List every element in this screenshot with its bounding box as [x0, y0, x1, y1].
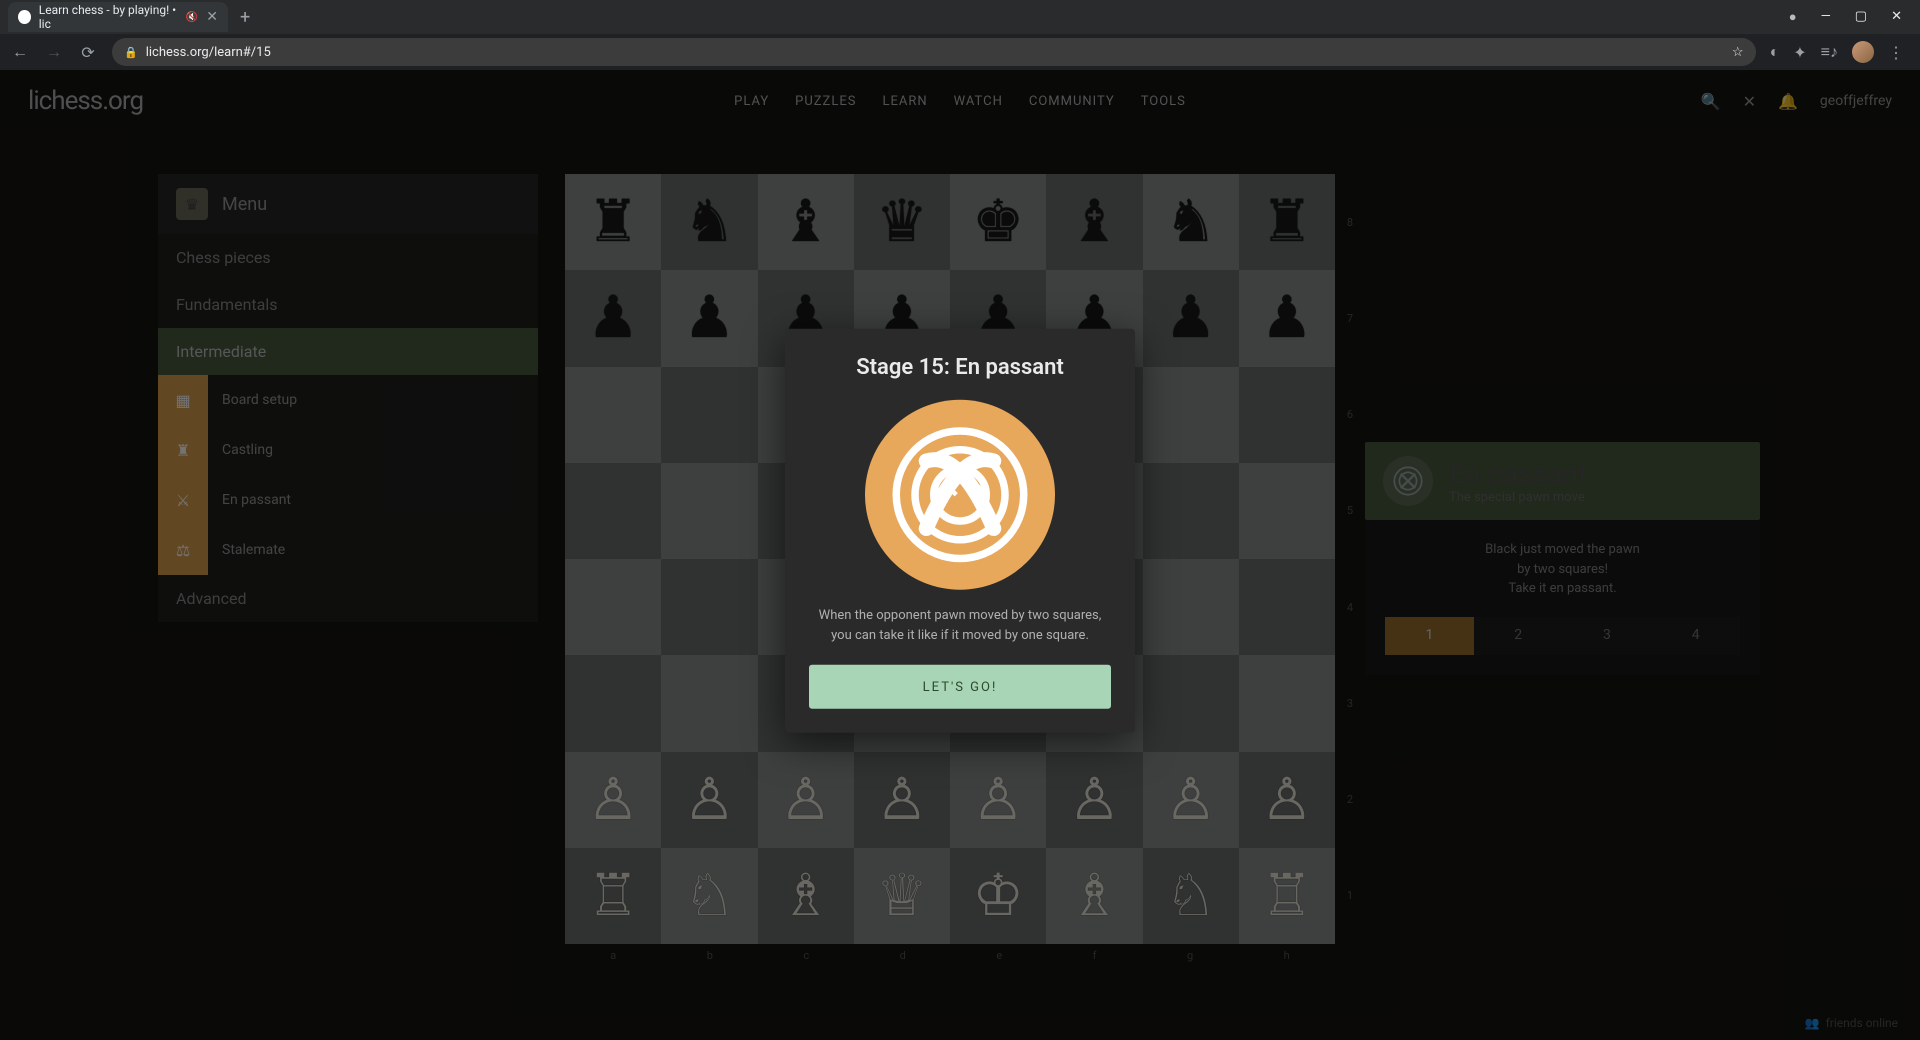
bookmark-star-icon[interactable]: ☆ [1732, 45, 1744, 60]
window-close[interactable]: ✕ [1891, 9, 1902, 25]
tab-title: Learn chess - by playing! • lic [39, 3, 178, 31]
profile-avatar[interactable] [1852, 41, 1874, 63]
extensions-icon[interactable]: ✦ [1793, 43, 1806, 62]
browser-menu-icon[interactable]: ⋮ [1888, 43, 1904, 62]
back-button[interactable]: ← [10, 42, 30, 62]
window-minimize[interactable]: — [1821, 9, 1831, 25]
stage-intro-modal: Stage 15: En passant When the opponent p… [785, 329, 1135, 733]
browser-tab[interactable]: Learn chess - by playing! • lic 🔇 ✕ [8, 2, 228, 32]
url-text: lichess.org/learn#/15 [146, 45, 271, 60]
browser-titlebar: Learn chess - by playing! • lic 🔇 ✕ + ● … [0, 0, 1920, 34]
new-tab-button[interactable]: + [240, 7, 250, 28]
window-maximize[interactable]: ▢ [1855, 9, 1867, 25]
reload-button[interactable]: ⟳ [78, 43, 98, 62]
tab-mute-icon[interactable]: 🔇 [186, 12, 198, 23]
url-bar[interactable]: 🔒 lichess.org/learn#/15 ☆ [112, 38, 1756, 66]
lets-go-button[interactable]: LET'S GO! [809, 665, 1111, 709]
tab-favicon [18, 10, 31, 24]
browser-toolbar: ← → ⟳ 🔒 lichess.org/learn#/15 ☆ ◐ ✦ ≡♪ ⋮ [0, 34, 1920, 70]
modal-title: Stage 15: En passant [809, 355, 1111, 380]
forward-button[interactable]: → [44, 42, 64, 62]
media-icon[interactable]: ≡♪ [1821, 42, 1838, 62]
record-icon[interactable]: ● [1789, 9, 1797, 25]
modal-description: When the opponent pawn moved by two squa… [809, 606, 1111, 645]
page-content: lichess.org PLAY PUZZLES LEARN WATCH COM… [0, 70, 1920, 1040]
extension-icon-1[interactable]: ◐ [1770, 42, 1780, 62]
modal-swirl-icon [865, 400, 1055, 590]
lock-icon: 🔒 [124, 46, 138, 59]
tab-close-icon[interactable]: ✕ [206, 9, 218, 25]
